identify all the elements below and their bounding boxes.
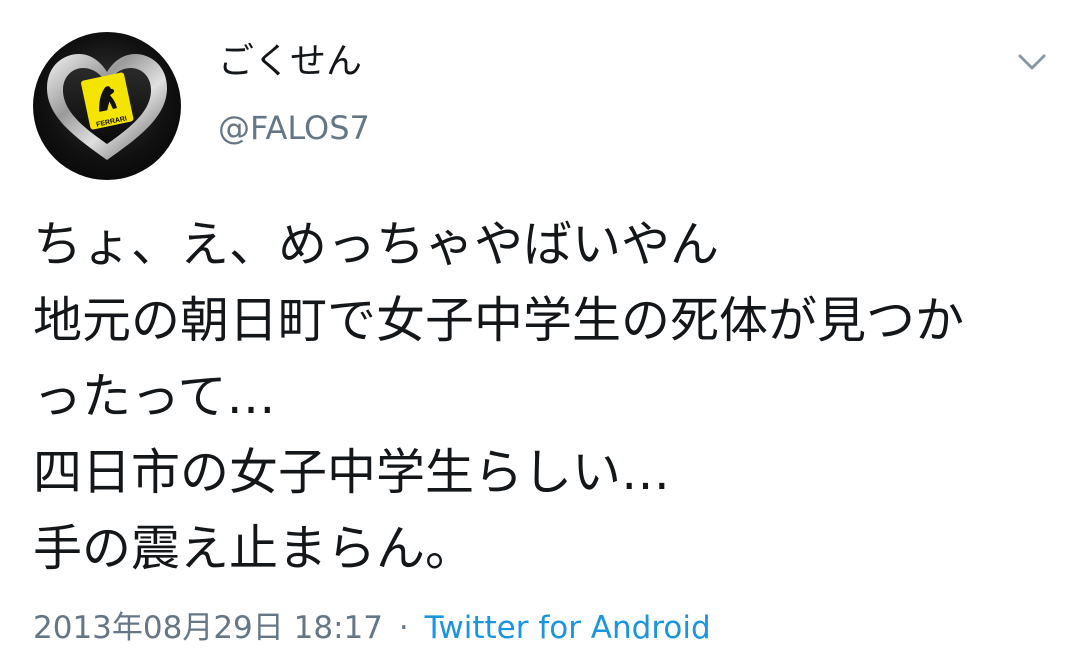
display-name[interactable]: ごくせん xyxy=(218,38,362,86)
tweet-card: FERRARI ごくせん @FALOS7 ちょ、え、めっちゃやばいやん 地元の朝… xyxy=(0,0,1080,658)
source-link[interactable]: Twitter for Android xyxy=(425,610,711,646)
chevron-down-icon xyxy=(1018,54,1046,70)
tweet-meta: 2013年08月29日 18:17 · Twitter for Android xyxy=(33,606,711,650)
tweet-text: ちょ、え、めっちゃやばいやん 地元の朝日町で女子中学生の死体が見つか ったって…… xyxy=(33,207,1053,587)
avatar[interactable]: FERRARI xyxy=(33,32,181,180)
heart-emblem-icon: FERRARI xyxy=(47,54,167,160)
meta-separator: · xyxy=(398,610,409,646)
tweet-text-line: 手の震え止まらん。 xyxy=(33,520,475,577)
tweet-text-line: ったって… xyxy=(33,368,276,425)
user-handle[interactable]: @FALOS7 xyxy=(218,106,370,150)
timestamp[interactable]: 2013年08月29日 18:17 xyxy=(33,610,383,646)
more-options-button[interactable] xyxy=(1012,44,1052,80)
tweet-text-line: 地元の朝日町で女子中学生の死体が見つか xyxy=(33,292,965,349)
tweet-text-line: 四日市の女子中学生らしい… xyxy=(33,444,671,501)
tweet-text-line: ちょ、え、めっちゃやばいやん xyxy=(33,216,720,273)
